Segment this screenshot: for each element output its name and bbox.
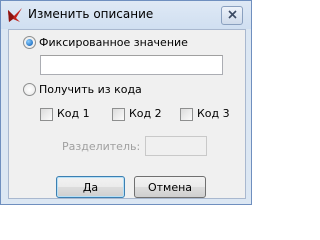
ok-button[interactable]: Да xyxy=(56,176,125,198)
code-1-label[interactable]: Код 1 xyxy=(57,107,90,120)
from-code-label[interactable]: Получить из кода xyxy=(39,83,142,96)
from-code-radio[interactable] xyxy=(23,83,36,96)
code-2-label[interactable]: Код 2 xyxy=(129,107,162,120)
cancel-button-label: Отмена xyxy=(147,180,193,194)
window-title: Изменить описание xyxy=(28,7,154,21)
fixed-value-radio[interactable] xyxy=(23,36,36,49)
code-2-checkbox[interactable] xyxy=(112,108,125,121)
fixed-value-label[interactable]: Фиксированное значение xyxy=(39,36,188,49)
dialog-window: Изменить описание Фиксированное значение… xyxy=(0,0,252,205)
fixed-value-input[interactable] xyxy=(40,55,223,75)
code-3-label[interactable]: Код 3 xyxy=(197,107,230,120)
dialog-body: Фиксированное значение Получить из кода … xyxy=(8,29,246,199)
code-1-checkbox[interactable] xyxy=(40,108,53,121)
app-icon xyxy=(7,7,23,23)
radio-selected-dot xyxy=(26,39,33,46)
ok-button-label: Да xyxy=(82,180,99,194)
cancel-button[interactable]: Отмена xyxy=(134,176,206,198)
close-button[interactable] xyxy=(221,6,243,25)
code-3-checkbox[interactable] xyxy=(180,108,193,121)
title-bar[interactable]: Изменить описание xyxy=(1,1,251,29)
separator-label: Разделитель: xyxy=(62,140,141,153)
close-icon xyxy=(227,9,237,22)
separator-input[interactable] xyxy=(145,136,207,156)
